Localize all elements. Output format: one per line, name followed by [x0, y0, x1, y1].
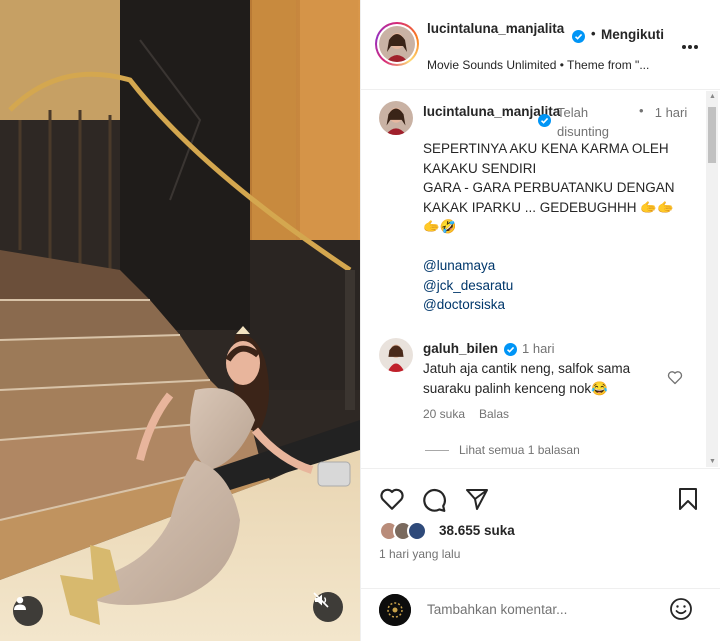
current-user-avatar: [379, 594, 411, 626]
caption-line: KAKAK IPARKU ... GEDEBUGHHH 🫱🫱: [423, 199, 674, 215]
save-button[interactable]: [677, 487, 699, 514]
separator-dot: •: [639, 103, 644, 118]
reply-button[interactable]: Balas: [479, 407, 509, 421]
caption-avatar[interactable]: [379, 101, 413, 135]
caption-line: SEPERTINYA AKU KENA KARMA OLEH: [423, 141, 669, 156]
paper-plane-icon: [466, 489, 488, 510]
mention-link[interactable]: @lunamaya: [423, 256, 693, 276]
post-timestamp[interactable]: 1 hari yang lalu: [379, 547, 460, 561]
comment-time[interactable]: 1 hari: [522, 341, 555, 356]
post-actions: 38.655 suka 1 hari yang lalu: [361, 468, 720, 588]
post-detail-panel: lucintaluna_manjalita • Mengikuti Movie …: [360, 0, 720, 641]
more-horizontal-icon: [682, 45, 698, 49]
post-header: lucintaluna_manjalita • Mengikuti Movie …: [361, 0, 720, 90]
mention-link[interactable]: @doctorsiska: [423, 295, 693, 315]
more-options-button[interactable]: [681, 38, 699, 53]
avatar: [407, 521, 427, 541]
share-button[interactable]: [464, 487, 490, 514]
caption-time[interactable]: 1 hari: [651, 103, 691, 122]
comments-scrollbar[interactable]: ▲ ▼: [706, 91, 718, 467]
post-media[interactable]: [0, 0, 360, 641]
verified-badge-icon: [572, 29, 585, 44]
likers-avatars[interactable]: [379, 521, 439, 541]
comment-button[interactable]: [421, 487, 447, 516]
caption-text: SEPERTINYA AKU KENA KARMA OLEH KAKAKU SE…: [423, 139, 693, 315]
comment-input[interactable]: [427, 598, 647, 620]
mute-toggle-button[interactable]: [313, 592, 343, 622]
caption-line: GARA - GARA PERBUATANKU DENGAN: [423, 180, 675, 195]
smiley-icon: [670, 598, 692, 620]
likes-count[interactable]: 38.655 suka: [439, 523, 515, 538]
view-replies-label: Lihat semua 1 balasan: [459, 443, 580, 457]
comment-bubble-icon: [423, 489, 446, 512]
scrollbar-thumb[interactable]: [708, 107, 716, 163]
commenter-username[interactable]: galuh_bilen: [423, 341, 498, 356]
edited-label: Telah disunting: [557, 105, 610, 139]
verified-badge-icon: [538, 113, 551, 128]
comment-text: Jatuh aja cantik neng, salfok sama suara…: [423, 361, 631, 396]
bookmark-icon: [679, 488, 697, 510]
commenter-avatar[interactable]: [379, 338, 413, 372]
audio-attribution-link[interactable]: Movie Sounds Unlimited • Theme from "...: [427, 58, 649, 72]
user-icon: [14, 597, 26, 610]
comment-like-count[interactable]: 20 suka: [423, 407, 465, 421]
story-ring[interactable]: [375, 22, 419, 66]
following-button[interactable]: Mengikuti: [601, 27, 664, 42]
heart-icon: [380, 488, 404, 510]
add-comment-bar: [361, 588, 720, 641]
heart-icon: [667, 371, 683, 385]
post-author-username[interactable]: lucintaluna_manjalita: [427, 20, 577, 38]
verified-badge-icon: [504, 342, 517, 357]
avatar: [379, 26, 415, 62]
separator-dot: •: [591, 26, 596, 41]
speaker-muted-icon: [313, 592, 329, 608]
view-replies-button[interactable]: Lihat semua 1 balasan: [423, 443, 580, 457]
caption-line: 🫱🤣: [423, 219, 457, 234]
tagged-users-button[interactable]: [13, 596, 43, 626]
post-photo: [0, 0, 360, 641]
emoji-picker-button[interactable]: [669, 597, 693, 624]
mention-link[interactable]: @jck_desaratu: [423, 276, 693, 296]
like-button[interactable]: [379, 487, 405, 514]
caption-line: KAKAKU SENDIRI: [423, 160, 537, 176]
comment-like-button[interactable]: [667, 370, 683, 388]
caption-username[interactable]: lucintaluna_manjalita: [423, 103, 560, 121]
comments-scroll-area[interactable]: lucintaluna_manjalita Telah disunting • …: [361, 91, 720, 467]
